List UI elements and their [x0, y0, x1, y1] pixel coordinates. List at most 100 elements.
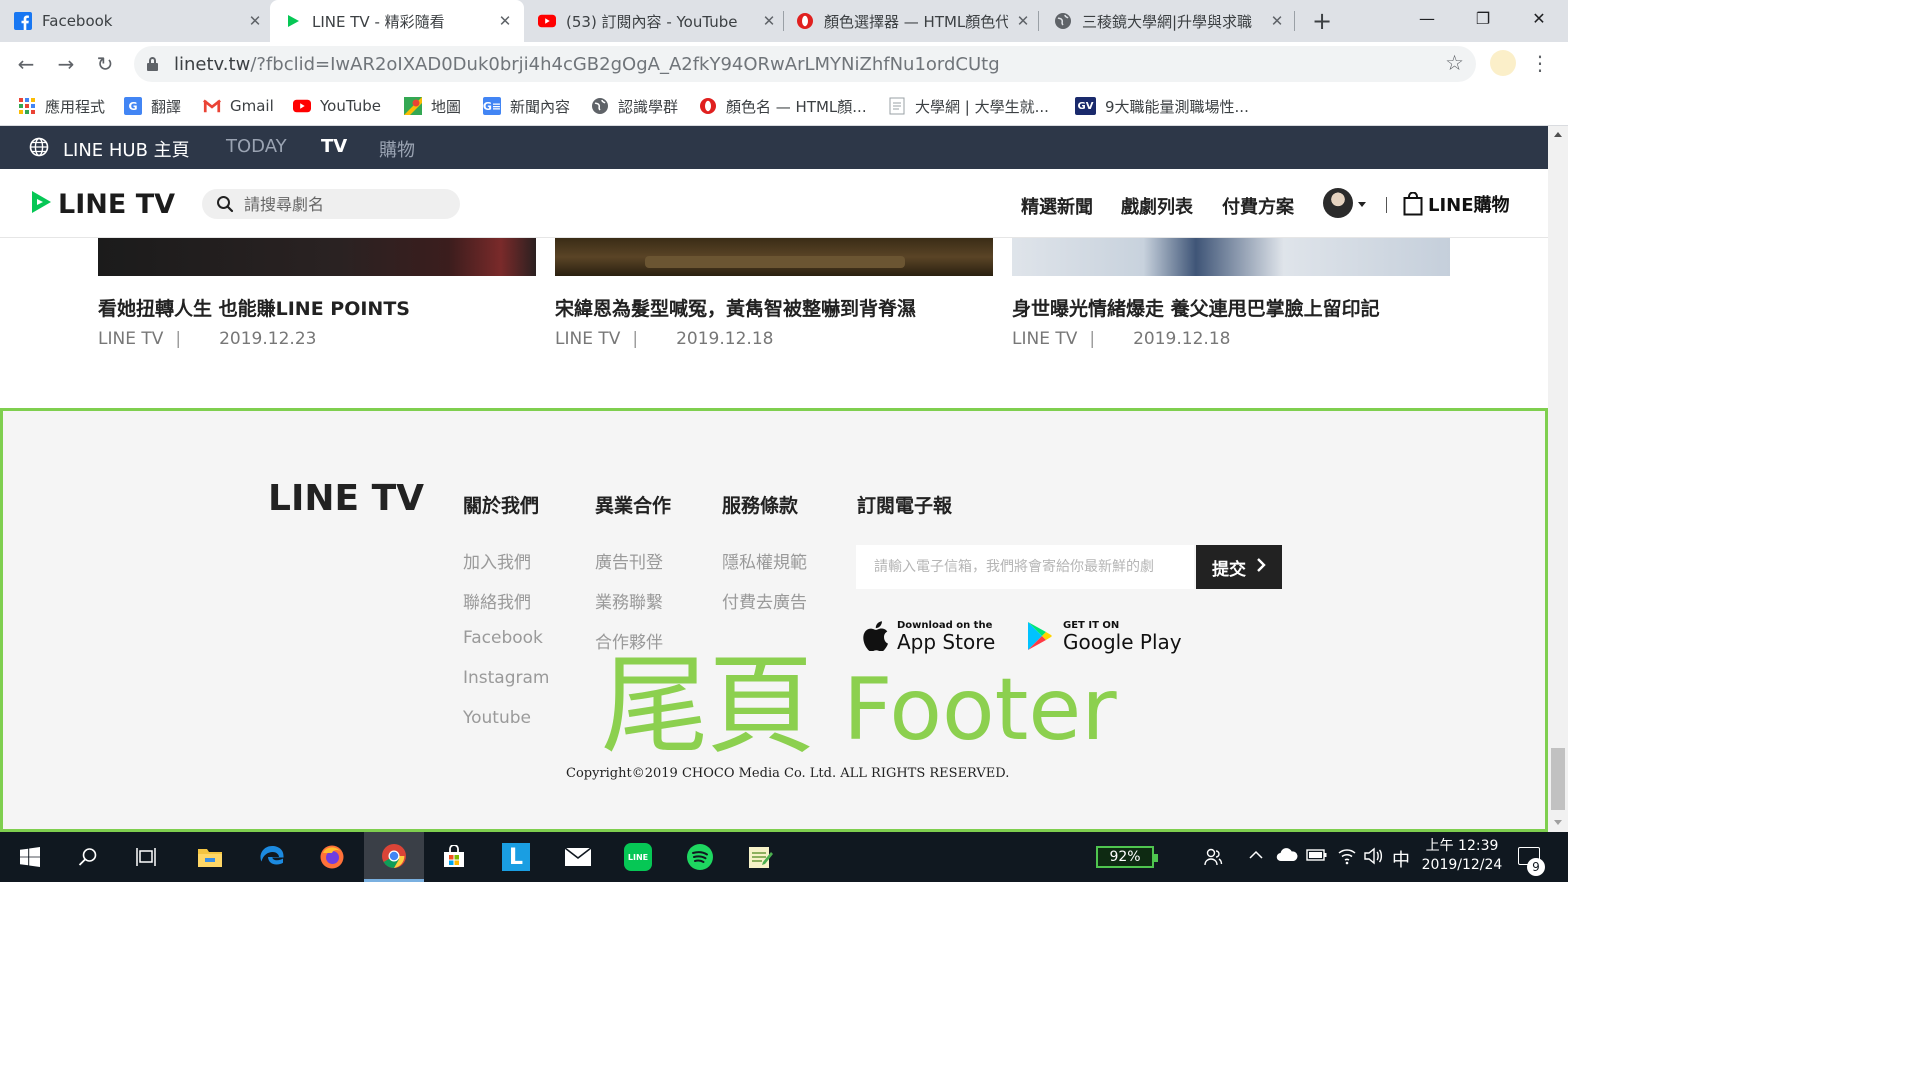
tab-title: 顏色選擇器 — HTML顏色代: [824, 12, 1008, 31]
close-icon[interactable]: ✕: [496, 12, 514, 30]
restore-button[interactable]: ❐: [1456, 0, 1510, 36]
menu-kebab-icon[interactable]: ⋮: [1530, 51, 1550, 75]
chevron-up-icon[interactable]: [1248, 847, 1264, 868]
notification-count-badge: 9: [1527, 858, 1545, 876]
tab-facebook[interactable]: Facebook ✕: [14, 0, 264, 42]
profile-avatar[interactable]: [1490, 50, 1516, 76]
close-window-button[interactable]: ✕: [1512, 0, 1566, 36]
footer-link-business[interactable]: 業務聯繫: [595, 588, 663, 613]
article-title[interactable]: 宋緯恩為髮型喊冤，黃雋智被整嚇到背脊濕: [555, 294, 916, 321]
taskbar-firefox[interactable]: [302, 832, 362, 882]
bookmark-color-names[interactable]: 顏色名 — HTML顏...: [699, 95, 867, 117]
onedrive-icon[interactable]: [1276, 847, 1298, 868]
people-icon[interactable]: [1203, 847, 1223, 872]
article-thumbnail[interactable]: [1012, 238, 1450, 276]
article-thumbnail[interactable]: [555, 238, 993, 276]
scroll-down-arrow-icon[interactable]: [1554, 820, 1562, 825]
reload-icon[interactable]: ↻: [91, 50, 119, 78]
system-clock[interactable]: 上午 12:39 2019/12/24: [1418, 837, 1506, 875]
footer-link-join[interactable]: 加入我們: [463, 548, 531, 573]
address-bar[interactable]: linetv.tw/?fbclid=IwAR2oIXAD0Duk0brji4h4…: [134, 46, 1476, 82]
close-icon[interactable]: ✕: [246, 12, 264, 30]
line-tv-logo[interactable]: LINE TV: [30, 189, 175, 220]
newsletter-email-input[interactable]: [856, 545, 1194, 589]
scroll-up-arrow-icon[interactable]: [1554, 132, 1562, 137]
search-box[interactable]: [202, 189, 460, 219]
store-big-text: Google Play: [1063, 629, 1182, 654]
chevron-down-icon[interactable]: [1358, 202, 1366, 207]
footer-link-instagram[interactable]: Instagram: [463, 668, 550, 688]
vertical-scrollbar[interactable]: [1548, 126, 1568, 832]
user-avatar[interactable]: [1323, 188, 1353, 218]
newsletter-submit-button[interactable]: 提交: [1196, 545, 1282, 589]
footer-link-privacy[interactable]: 隱私權規範: [722, 548, 807, 573]
app-store-badge[interactable]: Download on the App Store: [863, 616, 995, 656]
taskbar-file-explorer[interactable]: [180, 832, 240, 882]
google-play-badge[interactable]: GET IT ON Google Play: [1027, 616, 1182, 656]
article-title[interactable]: 身世曝光情緒爆走 養父連甩巴掌臉上留印記: [1012, 294, 1380, 321]
file-explorer-icon: [197, 846, 223, 868]
volume-icon[interactable]: [1363, 847, 1383, 870]
bookmark-maps[interactable]: 地圖: [404, 95, 461, 117]
bookmark-star-icon[interactable]: ☆: [1445, 51, 1464, 75]
forward-icon[interactable]: →: [52, 50, 80, 78]
back-icon[interactable]: ←: [12, 50, 40, 78]
bookmark-gmail[interactable]: Gmail: [203, 95, 274, 117]
footer-link-youtube[interactable]: Youtube: [463, 708, 531, 728]
bookmark-study-groups[interactable]: 認識學群: [591, 95, 678, 117]
bookmark-translate[interactable]: G 翻譯: [124, 95, 181, 117]
taskbar-edge[interactable]: [242, 832, 302, 882]
task-view-button[interactable]: [116, 832, 176, 882]
footer-annotation-en: Footer: [843, 660, 1117, 760]
close-icon[interactable]: ✕: [1014, 12, 1032, 30]
bookmark-university-net[interactable]: 大學網 | 大學生就...: [888, 95, 1049, 117]
minimize-button[interactable]: —: [1400, 0, 1454, 36]
line-shopping-link[interactable]: LINE購物: [1403, 191, 1510, 217]
nav-featured-news[interactable]: 精選新聞: [1021, 193, 1093, 219]
bookmark-apps[interactable]: 應用程式: [18, 95, 105, 117]
wifi-icon[interactable]: [1337, 847, 1357, 870]
footer-link-advertising[interactable]: 廣告刊登: [595, 548, 663, 573]
taskbar-line[interactable]: LINE: [608, 832, 668, 882]
tab-title: LINE TV - 精彩隨看: [312, 12, 445, 31]
tab-youtube[interactable]: (53) 訂閱內容 - YouTube ✕: [538, 0, 778, 42]
tab-color-picker[interactable]: 顏色選擇器 — HTML顏色代 ✕: [796, 0, 1032, 42]
hub-home-link[interactable]: LINE HUB 主頁: [63, 136, 190, 162]
taskbar-chrome[interactable]: [364, 832, 424, 882]
hub-nav-tv[interactable]: TV: [321, 136, 347, 157]
bookmark-youtube[interactable]: YouTube: [293, 95, 381, 117]
battery-tray-icon[interactable]: [1306, 847, 1328, 868]
bookmark-career-test[interactable]: GV 9大職能量測職場性...: [1075, 95, 1249, 117]
tab-university[interactable]: 三稜鏡大學網|升學與求職 ✕: [1054, 0, 1286, 42]
article-title[interactable]: 看她扭轉人生 也能賺LINE POINTS: [98, 294, 410, 321]
footer-logo[interactable]: LINE TV: [268, 478, 424, 519]
footer-link-remove-ads[interactable]: 付費去廣告: [722, 588, 807, 613]
ime-indicator[interactable]: 中: [1392, 846, 1410, 872]
footer-link-contact[interactable]: 聯絡我們: [463, 588, 531, 613]
nav-drama-list[interactable]: 戲劇列表: [1121, 193, 1193, 219]
microsoft-store-icon: [442, 845, 466, 869]
close-icon[interactable]: ✕: [760, 12, 778, 30]
taskbar-mail[interactable]: [548, 832, 608, 882]
footer-link-facebook[interactable]: Facebook: [463, 628, 543, 648]
battery-indicator[interactable]: 92%: [1096, 846, 1158, 868]
hub-nav-today[interactable]: TODAY: [226, 136, 287, 157]
start-button[interactable]: [0, 832, 60, 882]
taskbar-store[interactable]: [424, 832, 484, 882]
hub-nav-shopping[interactable]: 購物: [379, 136, 415, 162]
bookmark-news[interactable]: G≡ 新聞內容: [483, 95, 570, 117]
taskbar-spotify[interactable]: [670, 832, 730, 882]
taskbar-notepad-app[interactable]: [730, 832, 790, 882]
taskbar-l-app[interactable]: L: [486, 832, 546, 882]
nav-pricing[interactable]: 付費方案: [1222, 193, 1294, 219]
scrollbar-thumb[interactable]: [1551, 748, 1565, 810]
close-icon[interactable]: ✕: [1268, 12, 1286, 30]
url-text[interactable]: linetv.tw/?fbclid=IwAR2oIXAD0Duk0brji4h4…: [174, 54, 1000, 75]
bookmark-label: 新聞內容: [510, 97, 571, 116]
new-tab-button[interactable]: +: [1309, 7, 1335, 35]
article-thumbnail[interactable]: [98, 238, 536, 276]
tab-line-tv[interactable]: LINE TV - 精彩隨看 ✕: [270, 0, 524, 42]
search-button[interactable]: [58, 832, 118, 882]
bookmark-label: 翻譯: [151, 97, 182, 116]
search-input[interactable]: [244, 193, 444, 215]
